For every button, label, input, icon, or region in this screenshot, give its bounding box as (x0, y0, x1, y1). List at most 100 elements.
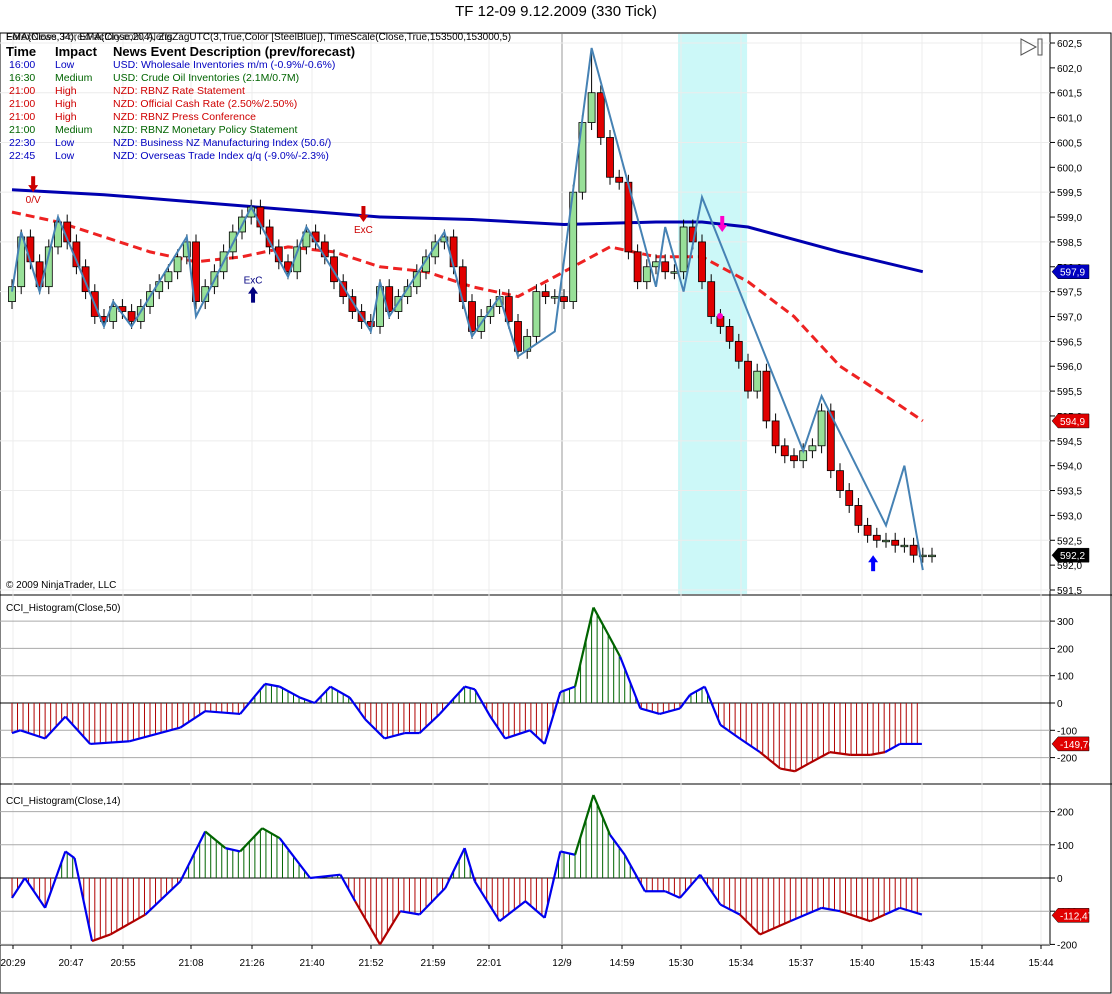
candle-body-up (670, 271, 679, 274)
news-row: 22:45 Low NZD: Overseas Trade Index q/q (-… (6, 150, 355, 163)
price-tick-label: 601,5 (1057, 89, 1082, 100)
price-tick-label: 598,5 (1057, 238, 1082, 249)
price-tick-label: 596,0 (1057, 362, 1082, 373)
price-tick-label: 592,5 (1057, 536, 1082, 547)
candle-body-down (449, 236, 458, 268)
news-time: 21:00 (9, 98, 36, 110)
price-tick-label: 599,0 (1057, 213, 1082, 224)
candle-body-down (606, 137, 614, 178)
candle-body-up (587, 92, 596, 123)
news-description: USD: Crude Oil Inventories (2.1M/0.7M) (113, 72, 300, 84)
price-tick-label: 594,5 (1057, 437, 1082, 448)
candle (578, 115, 587, 200)
cci-tick-label: 0 (1057, 699, 1063, 710)
news-description: NZD: Overseas Trade Index q/q (-9.0%/-2.… (113, 150, 329, 162)
cci-tick-label: 100 (1057, 672, 1074, 683)
price-tick-label: 597,0 (1057, 313, 1082, 324)
x-tick-label: 15:44 (969, 958, 994, 969)
candle-body-down (725, 326, 734, 342)
price-badge: -149,76 (1051, 736, 1094, 752)
news-time: 16:30 (9, 72, 36, 84)
news-description: NZD: RBNZ Press Conference (113, 111, 256, 123)
price-badge: -112,47 (1051, 908, 1094, 923)
price-tick-label: 594,0 (1057, 462, 1082, 473)
price-tick-label: 595,5 (1057, 387, 1082, 398)
x-tick-label: 15:40 (849, 958, 874, 969)
price-tick-label: 602,5 (1057, 39, 1082, 50)
x-tick-label: 21:26 (239, 958, 264, 969)
news-row: 16:30 Medium USD: Crude Oil Inventories (2… (6, 72, 355, 85)
candle-body-up (550, 296, 559, 299)
news-impact: Low (55, 59, 75, 71)
header-description: News Event Description (prev/forecast) (113, 44, 356, 59)
candle-body-down (26, 236, 35, 263)
x-tick-label: 15:37 (788, 958, 813, 969)
candle-body-up (164, 271, 173, 283)
x-tick-label: 15:30 (668, 958, 693, 969)
candle (679, 219, 688, 280)
indicator-list: EMA(Close,34), EMA(Close,204), ZigZagUTC… (6, 32, 511, 43)
candle (698, 234, 706, 290)
arrow-shaft (720, 215, 725, 226)
price-tick-label: 593,0 (1057, 511, 1082, 522)
arrow-shaft (251, 292, 256, 303)
x-tick-label: 14:59 (609, 958, 634, 969)
x-tick-label: 12/9 (552, 958, 572, 969)
candle-body-up (679, 226, 688, 273)
x-tick-label: 20:55 (110, 958, 135, 969)
news-time: 16:00 (9, 59, 36, 71)
news-row: 22:30 Low NZD: Business NZ Manufacturing I… (6, 137, 355, 150)
candle-body-up (928, 554, 936, 558)
price-tick-label: 602,0 (1057, 64, 1082, 75)
marker-label: 0/V (26, 195, 41, 206)
candle-body-up (817, 410, 826, 447)
candle-body-down (633, 251, 642, 283)
header-time: Time (6, 44, 37, 59)
cci-tick-label: -200 (1057, 754, 1077, 765)
news-description: NZD: RBNZ Rate Statement (113, 85, 245, 97)
cci-tick-label: 300 (1057, 617, 1074, 628)
candle-body-up (173, 256, 182, 273)
news-row: 16:00 Low USD: Wholesale Inventories m/m (… (6, 59, 355, 72)
candle-body-up (642, 266, 651, 283)
news-time: 21:00 (9, 111, 36, 123)
news-description: NZD: RBNZ Monetary Policy Statement (113, 124, 298, 136)
news-impact: Medium (55, 72, 93, 84)
candle-body-up (753, 370, 762, 392)
x-tick-label: 15:43 (909, 958, 934, 969)
news-impact: High (55, 111, 77, 123)
news-row: 21:00 High NZD: RBNZ Press Conference (6, 111, 355, 124)
arrow-shaft (31, 176, 36, 187)
news-impact: Medium (55, 124, 93, 136)
candle-body-down (541, 291, 550, 298)
candle-body-down (845, 490, 854, 506)
candle-body-up (808, 445, 817, 452)
price-tick-label: 592,0 (1057, 561, 1082, 572)
badge-label: 594,9 (1060, 417, 1085, 428)
cci-tick-label: -200 (1057, 940, 1077, 951)
news-row: 21:00 High NZD: RBNZ Rate Statement (6, 85, 355, 98)
cci-tick-label: 100 (1057, 841, 1074, 852)
candle-body-down (698, 241, 706, 283)
price-badge: 592,2 (1051, 547, 1090, 563)
candle-body-down (458, 266, 467, 302)
news-time: 22:30 (9, 137, 36, 149)
candle-body-down (734, 340, 743, 362)
candle-body-up (900, 544, 909, 548)
news-time: 21:00 (9, 124, 36, 136)
news-impact: Low (55, 137, 75, 149)
news-description: NZD: Official Cash Rate (2.50%/2.50%) (113, 98, 298, 110)
news-impact: High (55, 85, 77, 97)
indicator-text-overlap: ForexNews, ForexFactory.com, Alerts (6, 32, 173, 43)
x-tick-label: 21:08 (178, 958, 203, 969)
x-tick-label: 21:40 (299, 958, 324, 969)
cci50-title: CCI_Histogram(Close,50) (6, 603, 121, 614)
news-header: Time Impact News Event Description (prev… (6, 44, 355, 59)
price-tick-label: 591,5 (1057, 586, 1082, 597)
chart-title: TF 12-09 9.12.2009 (330 Tick) (455, 3, 657, 20)
news-time: 22:45 (9, 150, 36, 162)
price-tick-label: 601,0 (1057, 114, 1082, 125)
header-impact: Impact (55, 44, 97, 59)
candle-body-down (744, 360, 752, 392)
badge-label: -112,47 (1060, 911, 1094, 922)
